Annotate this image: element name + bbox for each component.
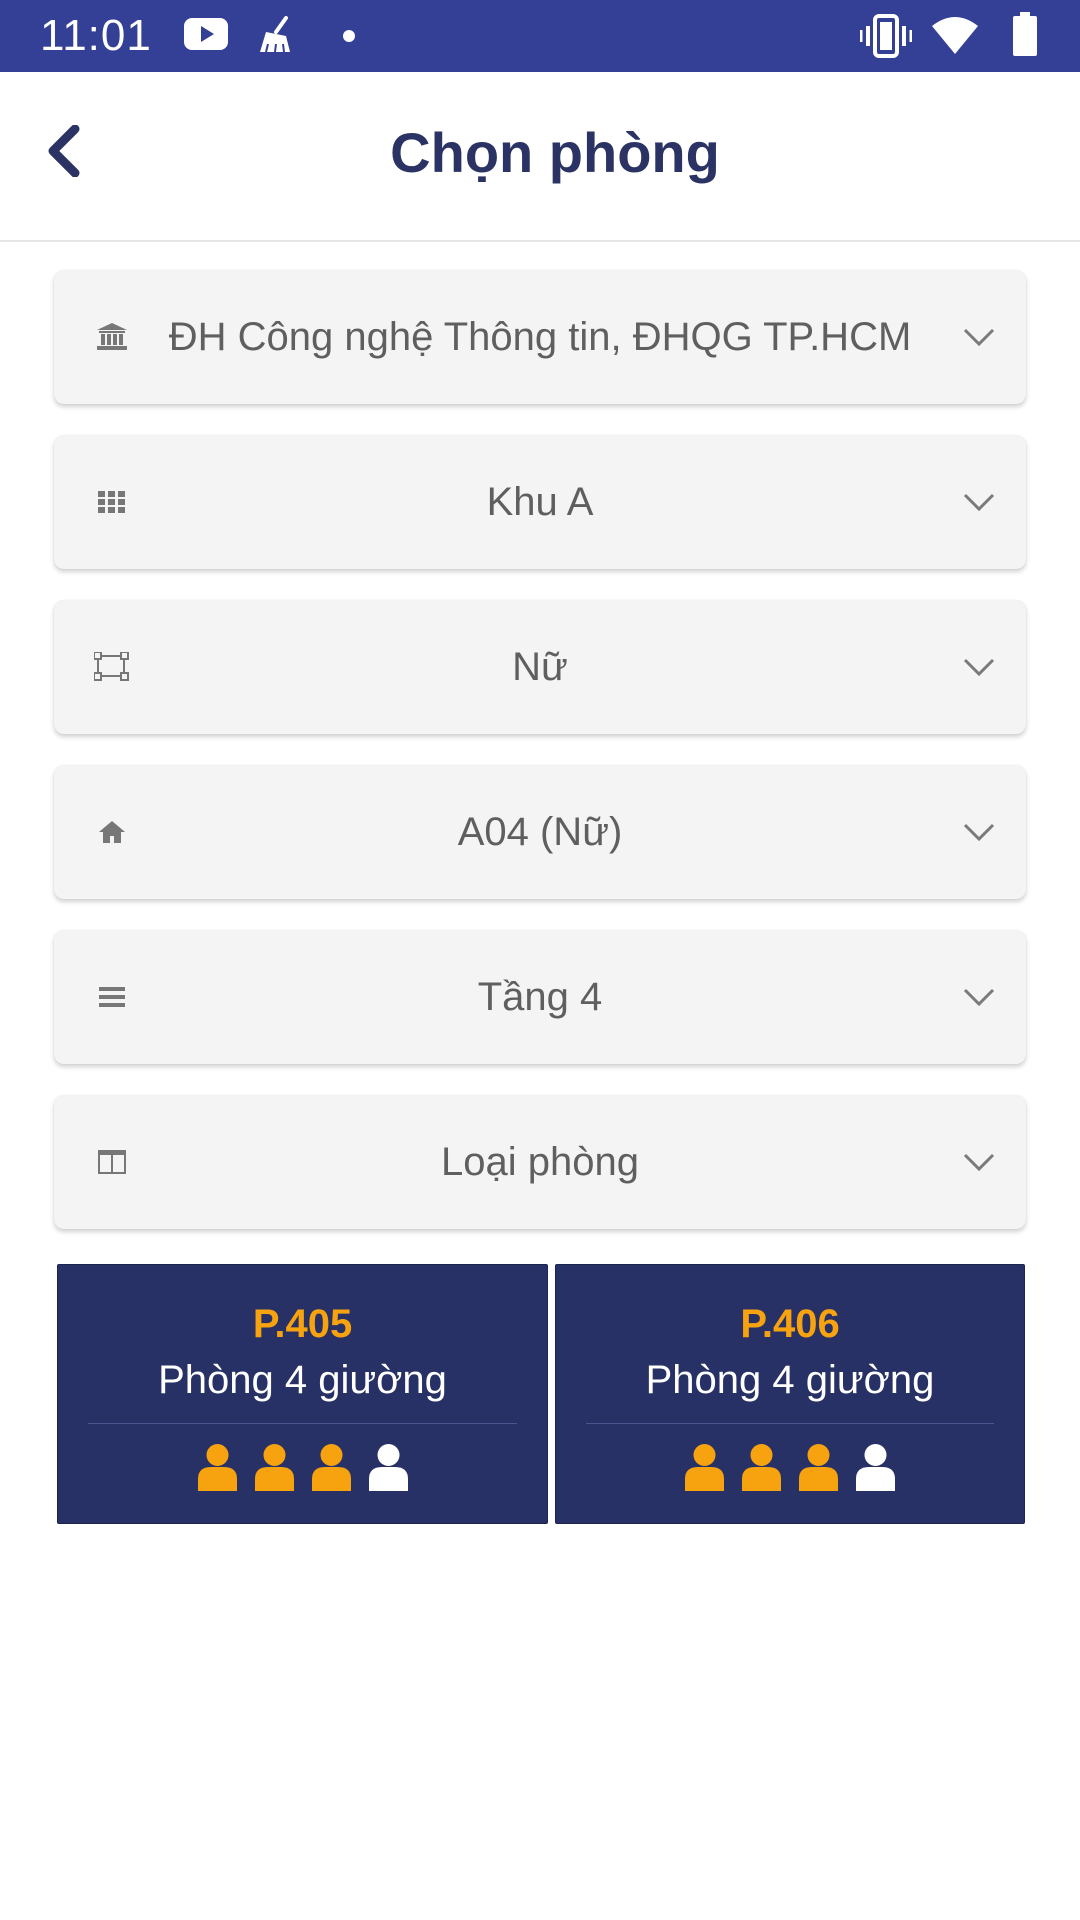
room-type: Phòng 4 giường	[645, 1358, 935, 1402]
room-type-select[interactable]: Loại phòng	[54, 1095, 1026, 1229]
free-bed-person-icon	[368, 1444, 408, 1491]
occupied-bed-person-icon	[197, 1444, 237, 1491]
gender-select-value: Nữ	[512, 644, 568, 689]
room-card-405[interactable]: P.405 Phòng 4 giường	[57, 1264, 548, 1524]
youtube-icon	[184, 18, 228, 50]
room-divider	[88, 1423, 517, 1424]
object-group-icon	[94, 652, 129, 681]
bed-list	[58, 1443, 547, 1491]
occupied-bed-person-icon	[799, 1444, 838, 1491]
chevron-down-icon	[963, 328, 995, 347]
home-icon	[99, 821, 125, 843]
status-time: 11:01	[40, 11, 152, 60]
occupied-bed-person-icon	[254, 1444, 294, 1491]
app-bar: Chọn phòng	[0, 72, 1080, 242]
area-select[interactable]: Khu A	[54, 435, 1026, 569]
university-select[interactable]: ĐH Công nghệ Thông tin, ĐHQG TP.HCM	[54, 270, 1026, 404]
bed-list	[556, 1443, 1024, 1491]
floor-select-value: Tầng 4	[477, 974, 603, 1019]
chevron-down-icon	[963, 493, 995, 512]
chevron-down-icon	[963, 823, 995, 842]
wifi-icon	[932, 17, 978, 54]
chevron-down-icon	[963, 988, 995, 1007]
room-type-select-value: Loại phòng	[441, 1139, 639, 1184]
floor-select[interactable]: Tầng 4	[54, 930, 1026, 1064]
room-code: P.405	[252, 1302, 353, 1346]
status-bar: 11:01	[0, 0, 1080, 72]
occupied-bed-person-icon	[742, 1444, 781, 1491]
university-icon	[97, 323, 127, 350]
vibrate-icon	[860, 14, 912, 58]
room-code: P.406	[740, 1302, 840, 1346]
occupied-bed-person-icon	[685, 1444, 724, 1491]
area-select-value: Khu A	[486, 479, 594, 524]
university-select-value: ĐH Công nghệ Thông tin, ĐHQG TP.HCM	[168, 314, 912, 359]
room-type: Phòng 4 giường	[158, 1358, 447, 1402]
battery-icon	[1013, 12, 1037, 56]
gender-select[interactable]: Nữ	[54, 600, 1026, 734]
room-card-406[interactable]: P.406 Phòng 4 giường	[555, 1264, 1025, 1524]
chevron-down-icon	[963, 658, 995, 677]
occupied-bed-person-icon	[311, 1444, 351, 1491]
page-title: Chọn phòng	[390, 121, 720, 184]
free-bed-person-icon	[856, 1444, 895, 1491]
building-select[interactable]: A04 (Nữ)	[54, 765, 1026, 899]
room-divider	[586, 1423, 994, 1424]
building-select-value: A04 (Nữ)	[457, 809, 623, 854]
grid-icon	[98, 491, 125, 513]
columns-icon	[98, 1150, 126, 1174]
notification-dot-icon	[343, 30, 355, 42]
cleaner-icon	[260, 16, 290, 53]
menu-lines-icon	[99, 987, 125, 1007]
chevron-down-icon	[963, 1153, 995, 1172]
